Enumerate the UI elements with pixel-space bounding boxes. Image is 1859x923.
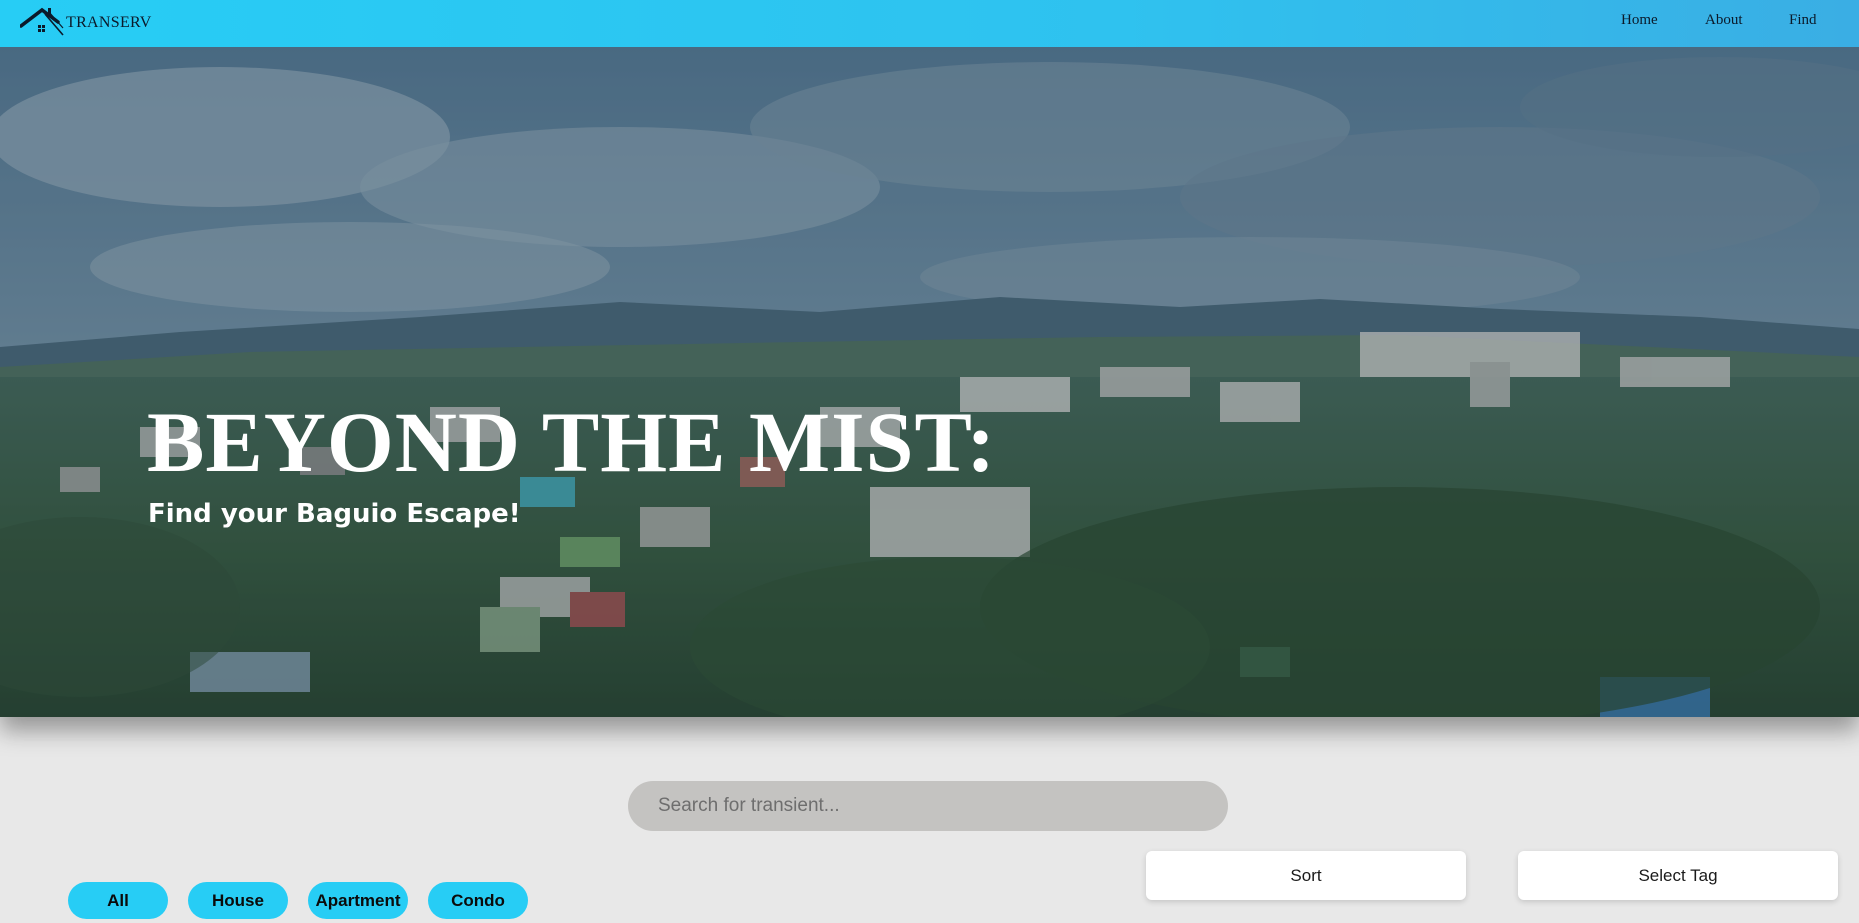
brand-name: TRANSERV	[66, 14, 152, 31]
filter-apartment-button[interactable]: Apartment	[308, 882, 408, 919]
brand-logo[interactable]: TRANSERV	[19, 6, 152, 41]
hero-dark-overlay	[0, 47, 1859, 717]
sort-button[interactable]: Sort	[1146, 851, 1466, 900]
hero-banner: BEYOND THE MIST: Find your Baguio Escape…	[0, 47, 1859, 717]
search-input[interactable]	[628, 781, 1228, 831]
filter-all-button[interactable]: All	[68, 882, 168, 919]
top-navbar: TRANSERV Home About Find	[0, 0, 1859, 47]
hero-subtitle: Find your Baguio Escape!	[148, 499, 521, 529]
hero-title: BEYOND THE MIST:	[147, 394, 997, 490]
nav-find-link[interactable]: Find	[1789, 12, 1817, 29]
house-roof-icon	[19, 6, 64, 41]
filter-house-button[interactable]: House	[188, 882, 288, 919]
filter-condo-button[interactable]: Condo	[428, 882, 528, 919]
select-tag-button[interactable]: Select Tag	[1518, 851, 1838, 900]
nav-about-link[interactable]: About	[1705, 12, 1743, 29]
nav-home-link[interactable]: Home	[1621, 12, 1658, 29]
